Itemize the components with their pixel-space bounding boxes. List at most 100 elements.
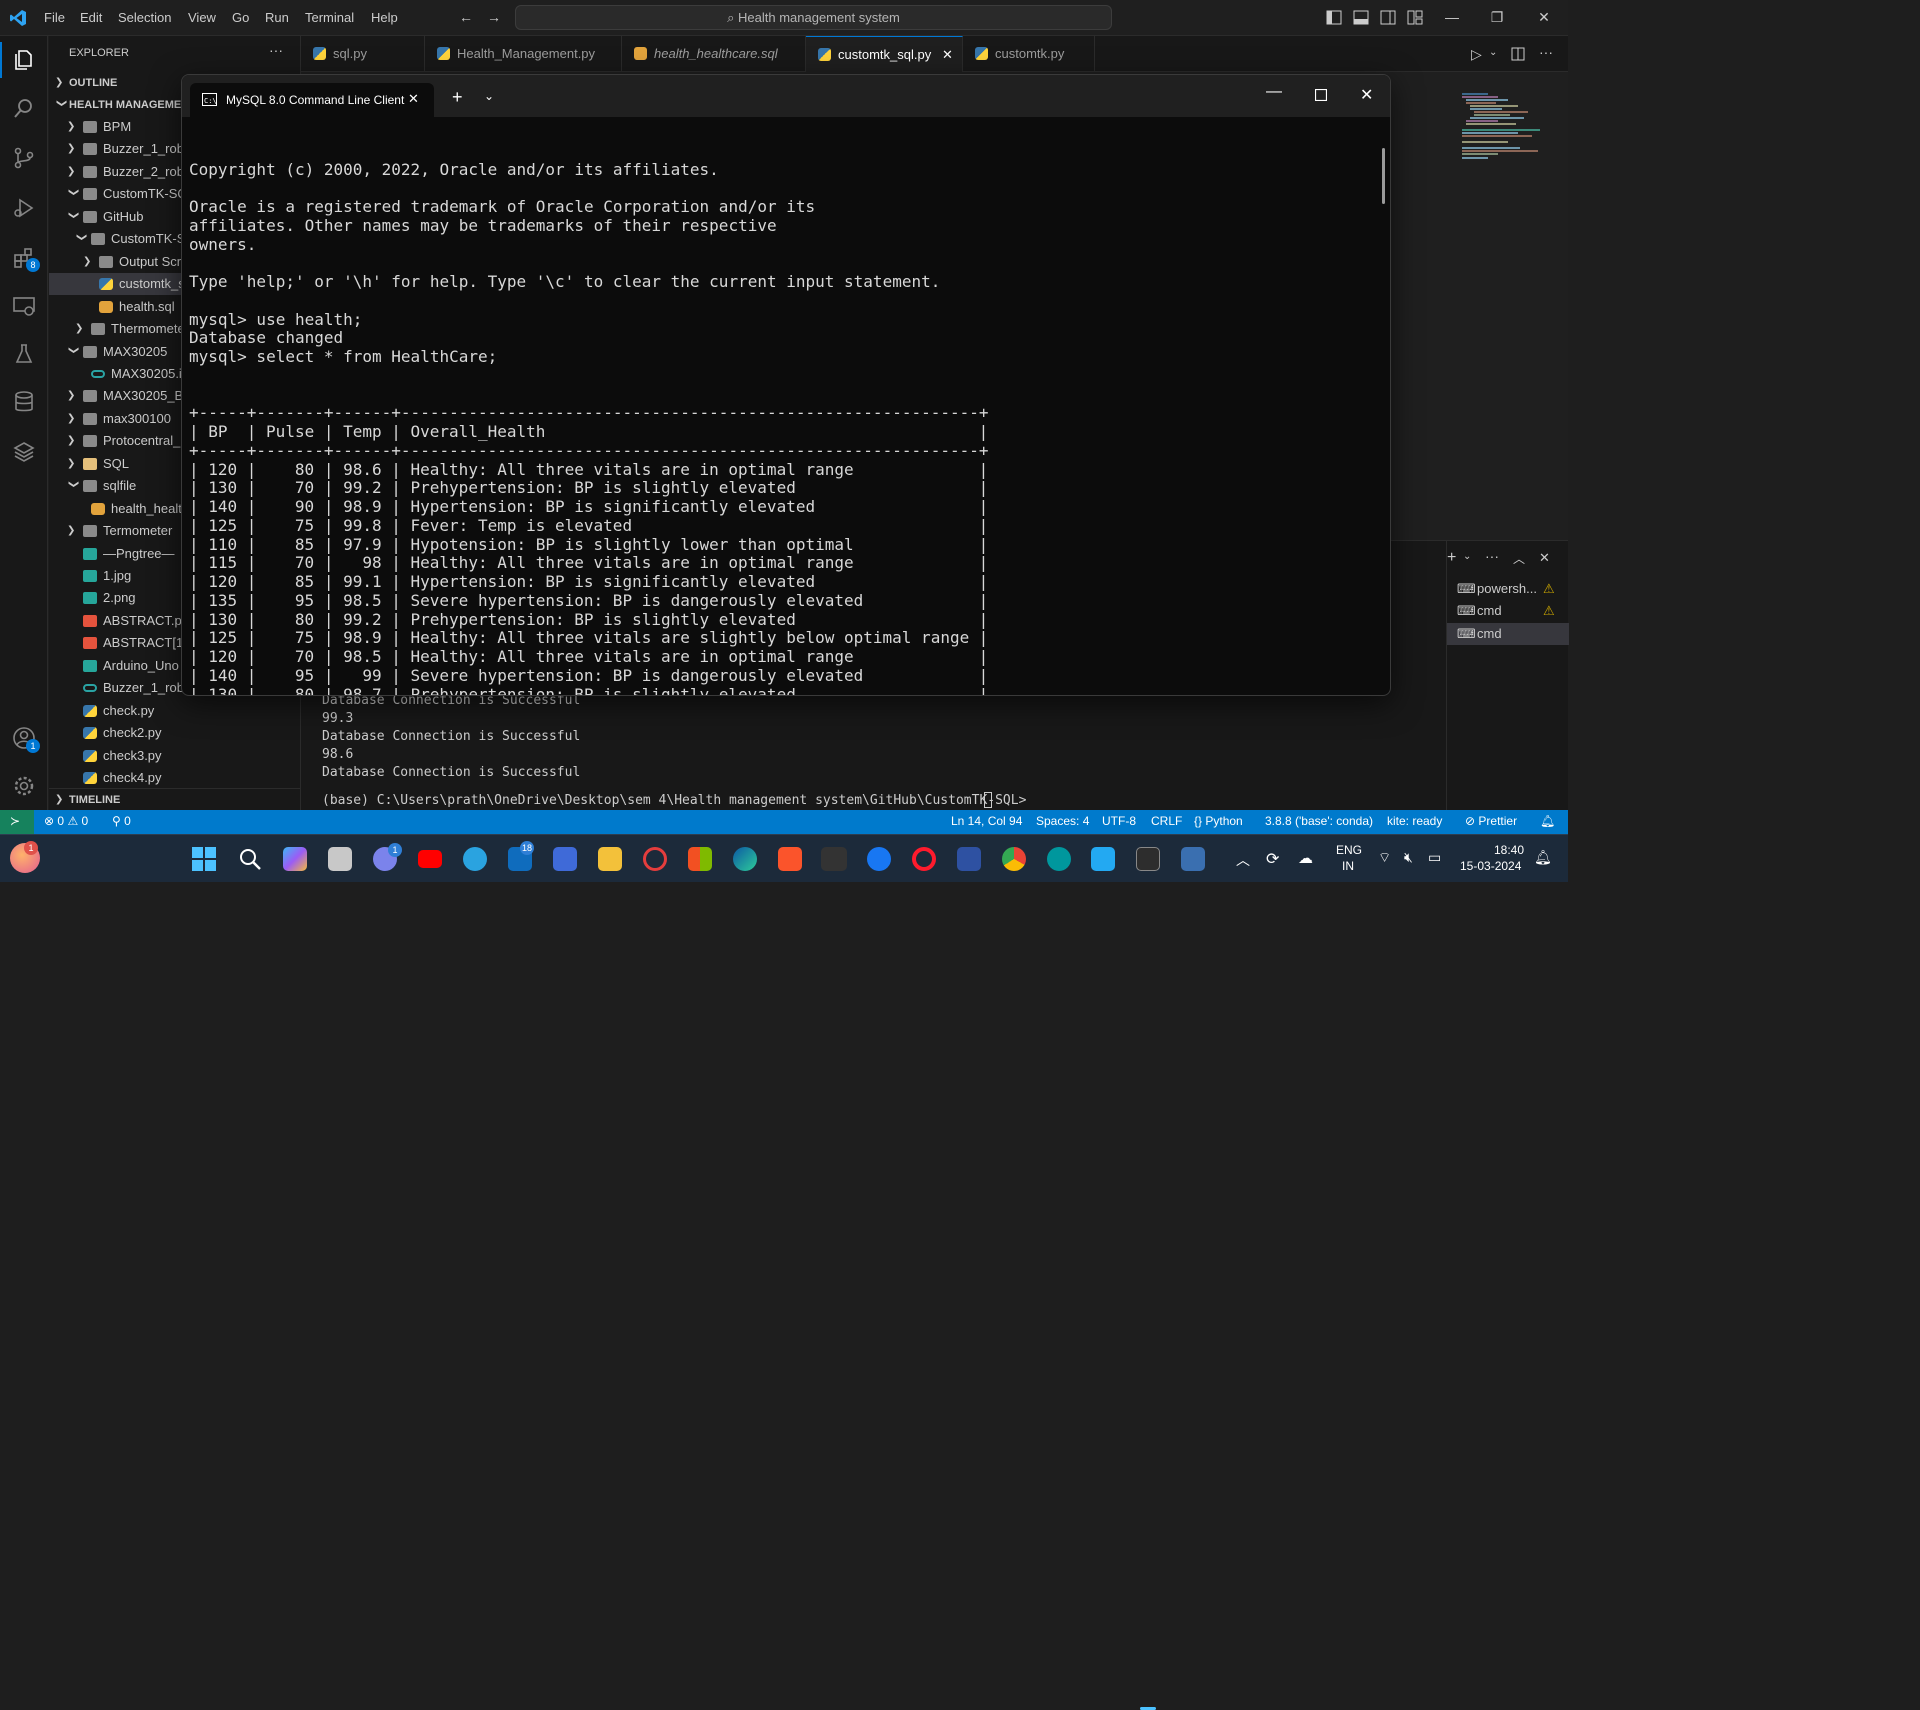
terminal-item-powershell[interactable]: ⌨ powersh... ⚠ <box>1447 578 1569 600</box>
microsoft-store-icon[interactable] <box>688 847 712 871</box>
new-terminal-icon[interactable]: + <box>1447 549 1456 567</box>
minimize-icon[interactable]: — <box>1444 9 1460 25</box>
youtube-icon[interactable] <box>418 850 442 868</box>
restore-icon[interactable]: ❐ <box>1489 9 1505 25</box>
remote-explorer-icon[interactable] <box>12 294 36 318</box>
kite-status[interactable]: kite: ready <box>1387 814 1442 828</box>
tree-item[interactable]: check2.py <box>49 722 300 744</box>
file-explorer-icon[interactable] <box>598 847 622 871</box>
region-indicator[interactable]: IN <box>1342 859 1354 873</box>
terminal-item-cmd[interactable]: ⌨ cmd ⚠ <box>1447 600 1569 622</box>
facebook-icon[interactable] <box>867 847 891 871</box>
telegram-icon[interactable] <box>463 847 487 871</box>
notifications-bell-icon[interactable]: 🔔︎ <box>1534 849 1552 866</box>
menu-view[interactable]: View <box>188 10 216 25</box>
task-view-icon[interactable] <box>328 847 352 871</box>
tab-health-healthcare-sql[interactable]: health_healthcare.sql <box>622 36 806 72</box>
customize-layout-icon[interactable] <box>1407 10 1423 25</box>
encoding-status[interactable]: UTF-8 <box>1102 814 1136 828</box>
close-tab-icon[interactable]: ✕ <box>408 91 419 107</box>
run-debug-icon[interactable] <box>12 196 36 220</box>
tab-customtk-py[interactable]: customtk.py <box>963 36 1095 72</box>
ports-status[interactable]: ⚲ 0 <box>112 814 131 828</box>
search-icon[interactable] <box>12 96 36 120</box>
wifi-icon[interactable]: ⌔ <box>1378 849 1391 867</box>
tree-item[interactable]: check4.py <box>49 767 300 789</box>
maximize-icon[interactable] <box>1315 89 1327 101</box>
onedrive-icon[interactable]: ☁ <box>1298 849 1313 867</box>
opera-gx-icon[interactable] <box>643 847 667 871</box>
menu-file[interactable]: File <box>44 10 65 25</box>
snipping-tool-icon[interactable] <box>1181 847 1205 871</box>
language-indicator[interactable]: ENG <box>1336 843 1362 857</box>
split-editor-icon[interactable] <box>1511 47 1525 61</box>
battery-icon[interactable]: ▭ <box>1428 849 1441 866</box>
volume-muted-icon[interactable]: 🔇︎ <box>1404 849 1413 866</box>
language-status[interactable]: {} Python <box>1194 814 1243 828</box>
menu-terminal[interactable]: Terminal <box>305 10 354 25</box>
testing-icon[interactable] <box>12 342 36 366</box>
clock-time[interactable]: 18:40 <box>1494 843 1524 857</box>
sync-icon[interactable]: ⟳ <box>1266 849 1279 869</box>
whiteboard-icon[interactable] <box>553 847 577 871</box>
tree-item[interactable]: check3.py <box>49 745 300 767</box>
toggle-primary-sidebar-icon[interactable] <box>1326 10 1342 25</box>
vscode-icon[interactable] <box>1091 847 1115 871</box>
chrome-icon[interactable] <box>1002 847 1026 871</box>
toggle-panel-icon[interactable] <box>1353 10 1369 25</box>
terminal-icon[interactable] <box>1136 847 1160 871</box>
settings-gear-icon[interactable] <box>12 774 36 798</box>
prettier-status[interactable]: ⊘ Prettier <box>1465 814 1517 828</box>
windows-start-icon[interactable] <box>192 847 216 871</box>
edge-icon[interactable] <box>733 847 757 871</box>
indentation-status[interactable]: Spaces: 4 <box>1036 814 1089 828</box>
clock-date[interactable]: 15-03-2024 <box>1460 859 1521 873</box>
run-python-icon[interactable]: ▷ <box>1471 46 1482 63</box>
menu-go[interactable]: Go <box>232 10 249 25</box>
tab-health-management-py[interactable]: Health_Management.py <box>425 36 622 72</box>
back-arrow-icon[interactable]: ← <box>458 9 474 25</box>
layers-icon[interactable] <box>12 440 36 464</box>
explorer-icon[interactable] <box>12 48 36 72</box>
chevron-down-icon[interactable]: ⌄ <box>1463 551 1471 562</box>
search-icon[interactable] <box>238 847 262 871</box>
tab-sql-py[interactable]: sql.py <box>301 36 425 72</box>
menu-selection[interactable]: Selection <box>118 10 171 25</box>
terminal-scrollbar[interactable] <box>1382 148 1385 204</box>
mal-icon[interactable] <box>957 847 981 871</box>
menu-edit[interactable]: Edit <box>80 10 102 25</box>
close-tab-icon[interactable]: ✕ <box>942 37 953 73</box>
eol-status[interactable]: CRLF <box>1151 814 1182 828</box>
new-tab-icon[interactable]: + <box>452 87 463 108</box>
forward-arrow-icon[interactable]: → <box>486 9 502 25</box>
tab-customtk-sql-py[interactable]: customtk_sql.py ✕ <box>806 36 963 72</box>
interpreter-status[interactable]: 3.8.8 ('base': conda) <box>1265 814 1373 828</box>
mysql-terminal-window[interactable]: C:\ MySQL 8.0 Command Line Client ✕ + ⌄ … <box>181 74 1391 696</box>
toggle-secondary-sidebar-icon[interactable] <box>1380 10 1396 25</box>
database-icon[interactable] <box>12 390 36 414</box>
close-window-icon[interactable]: ✕ <box>1360 85 1373 105</box>
maximize-panel-icon[interactable]: ︿ <box>1513 550 1525 567</box>
app-icon[interactable] <box>821 847 847 871</box>
notifications-bell-icon[interactable]: 🔔︎ <box>1540 814 1555 828</box>
brave-icon[interactable] <box>778 847 802 871</box>
minimize-icon[interactable]: — <box>1266 83 1282 101</box>
cursor-position[interactable]: Ln 14, Col 94 <box>951 814 1022 828</box>
remote-indicator[interactable]: ≻ <box>0 810 34 834</box>
problems-status[interactable]: ⊗ 0 ⚠ 0 <box>44 814 88 828</box>
terminal-content[interactable]: Copyright (c) 2000, 2022, Oracle and/or … <box>189 123 1379 695</box>
close-panel-icon[interactable]: ✕ <box>1539 550 1550 566</box>
menu-help[interactable]: Help <box>371 10 398 25</box>
chevron-down-icon[interactable]: ⌄ <box>484 89 494 103</box>
tree-item[interactable]: check.py <box>49 700 300 722</box>
more-actions-icon[interactable]: ··· <box>1485 548 1499 564</box>
minimap[interactable] <box>1458 90 1548 170</box>
opera-icon[interactable] <box>912 847 936 871</box>
more-actions-icon[interactable]: ··· <box>269 42 283 58</box>
terminal-item-cmd-selected[interactable]: ⌨ cmd <box>1447 623 1569 645</box>
close-icon[interactable]: ✕ <box>1536 9 1552 25</box>
timeline-section[interactable]: ❯ TIMELINE <box>49 788 300 810</box>
arduino-icon[interactable] <box>1047 847 1071 871</box>
command-center-search[interactable]: ⌕ Health management system <box>515 5 1112 30</box>
menu-run[interactable]: Run <box>265 10 289 25</box>
